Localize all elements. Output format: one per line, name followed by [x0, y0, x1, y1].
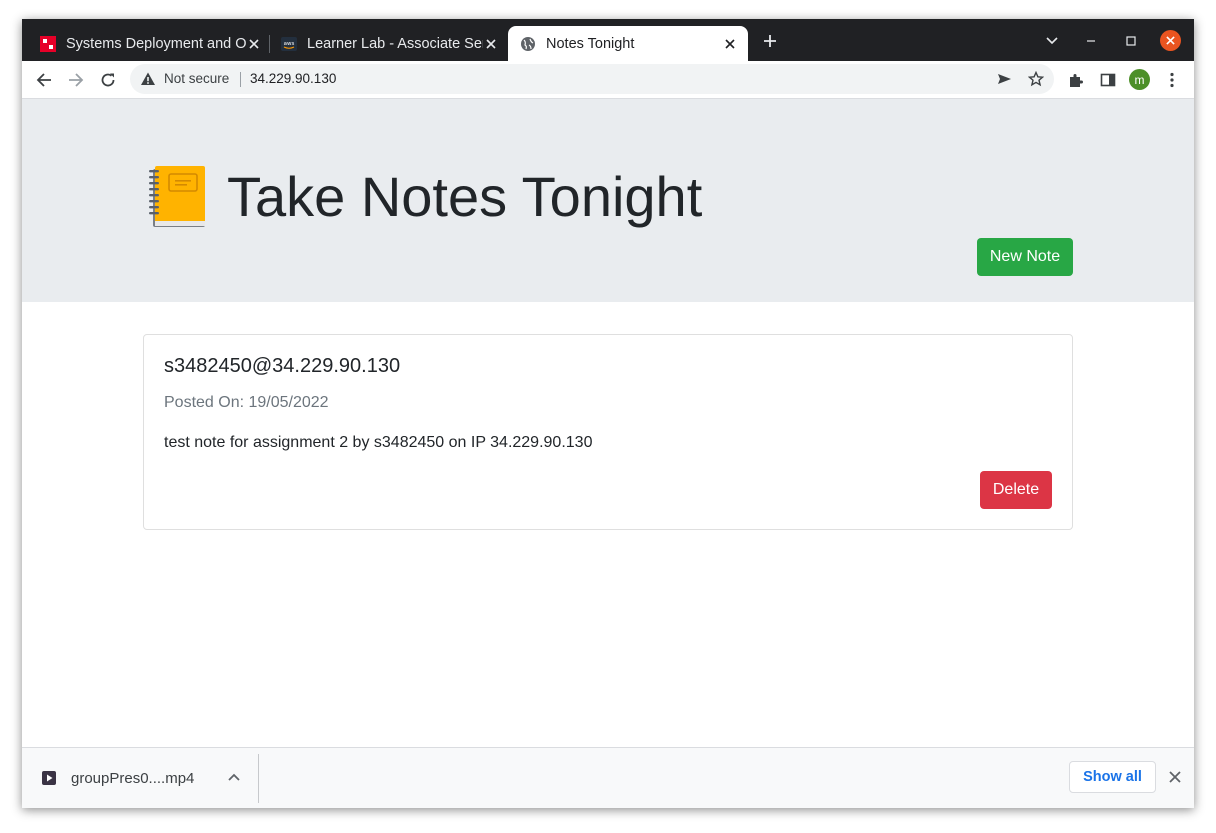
plus-icon — [764, 35, 776, 47]
menu-button[interactable] — [1161, 69, 1183, 91]
reload-icon — [101, 73, 115, 87]
side-panel-button[interactable] — [1097, 69, 1119, 91]
download-file-name: groupPres0....mp4 — [71, 770, 195, 787]
svg-text:aws: aws — [284, 41, 295, 47]
notebook-icon — [149, 166, 205, 227]
maximize-button[interactable] — [1121, 31, 1141, 51]
side-panel-icon — [1100, 73, 1116, 87]
close-tab-icon[interactable] — [722, 36, 738, 52]
url-text[interactable]: 34.229.90.130 — [250, 71, 336, 86]
page-content: Take Notes Tonight New Note s3482450@34.… — [22, 99, 1194, 747]
minimize-icon — [1087, 40, 1095, 42]
delete-note-button[interactable]: Delete — [980, 471, 1052, 509]
download-separator — [258, 754, 259, 803]
video-file-icon — [42, 771, 56, 785]
close-window-button[interactable] — [1160, 30, 1181, 51]
address-bar[interactable]: Not secure 34.229.90.130 — [130, 64, 1054, 94]
show-all-downloads-button[interactable]: Show all — [1069, 761, 1156, 793]
chevron-down-icon — [1046, 37, 1058, 45]
page-title: Take Notes Tonight — [227, 165, 703, 228]
omnibox-divider — [240, 72, 241, 87]
arrow-right-icon — [69, 73, 84, 87]
bookmark-star-icon[interactable] — [1028, 71, 1044, 87]
close-icon[interactable] — [1167, 769, 1183, 785]
send-tab-icon[interactable] — [996, 71, 1012, 87]
posted-on-label: Posted On: — [164, 394, 249, 411]
extensions-button[interactable] — [1065, 69, 1087, 91]
security-label[interactable]: Not secure — [164, 71, 229, 86]
puzzle-piece-icon — [1070, 74, 1083, 87]
note-card: s3482450@34.229.90.130 Posted On: 19/05/… — [143, 334, 1073, 530]
new-note-button[interactable]: New Note — [977, 238, 1073, 276]
note-posted-date: Posted On: 19/05/2022 — [164, 394, 329, 412]
close-tab-icon[interactable] — [483, 36, 499, 52]
close-tab-icon[interactable] — [246, 36, 262, 52]
posted-date-value: 19/05/2022 — [248, 394, 329, 411]
tab-strip: Systems Deployment and Operations aws Le… — [22, 19, 1194, 61]
maximize-icon — [1126, 36, 1136, 46]
tab-title: Systems Deployment and Operations — [66, 35, 246, 52]
tab-title: Learner Lab - Associate Services — [307, 35, 483, 52]
arrow-left-icon — [36, 73, 51, 87]
tab-separator — [269, 35, 270, 53]
kebab-menu-icon — [1170, 72, 1174, 88]
download-item[interactable]: groupPres0....mp4 — [22, 748, 258, 808]
tab-search-button[interactable] — [1042, 31, 1062, 51]
chevron-up-icon[interactable] — [226, 770, 242, 786]
reload-button[interactable] — [97, 69, 119, 91]
download-bar: groupPres0....mp4 Show all — [22, 747, 1194, 808]
back-button[interactable] — [33, 69, 55, 91]
tab-title: Notes Tonight — [546, 35, 635, 52]
tab-learner-lab[interactable]: aws Learner Lab - Associate Services — [281, 26, 499, 61]
close-icon — [1166, 36, 1175, 45]
rmit-favicon-icon — [40, 35, 56, 52]
tab-systems-deployment[interactable]: Systems Deployment and Operations — [40, 26, 262, 61]
globe-icon — [521, 36, 535, 51]
minimize-button[interactable] — [1081, 31, 1101, 51]
note-title: s3482450@34.229.90.130 — [164, 355, 401, 377]
tab-notes-tonight[interactable]: Notes Tonight — [508, 26, 748, 61]
browser-window: Systems Deployment and Operations aws Le… — [22, 19, 1194, 808]
forward-button[interactable] — [65, 69, 87, 91]
new-tab-button[interactable] — [760, 31, 780, 51]
profile-avatar[interactable]: m — [1129, 69, 1150, 90]
warning-icon — [141, 72, 155, 85]
browser-toolbar: Not secure 34.229.90.130 m — [22, 61, 1194, 98]
note-body: test note for assignment 2 by s3482450 o… — [164, 434, 593, 451]
jumbotron-header: Take Notes Tonight New Note — [22, 99, 1194, 302]
aws-favicon-icon: aws — [281, 36, 297, 51]
